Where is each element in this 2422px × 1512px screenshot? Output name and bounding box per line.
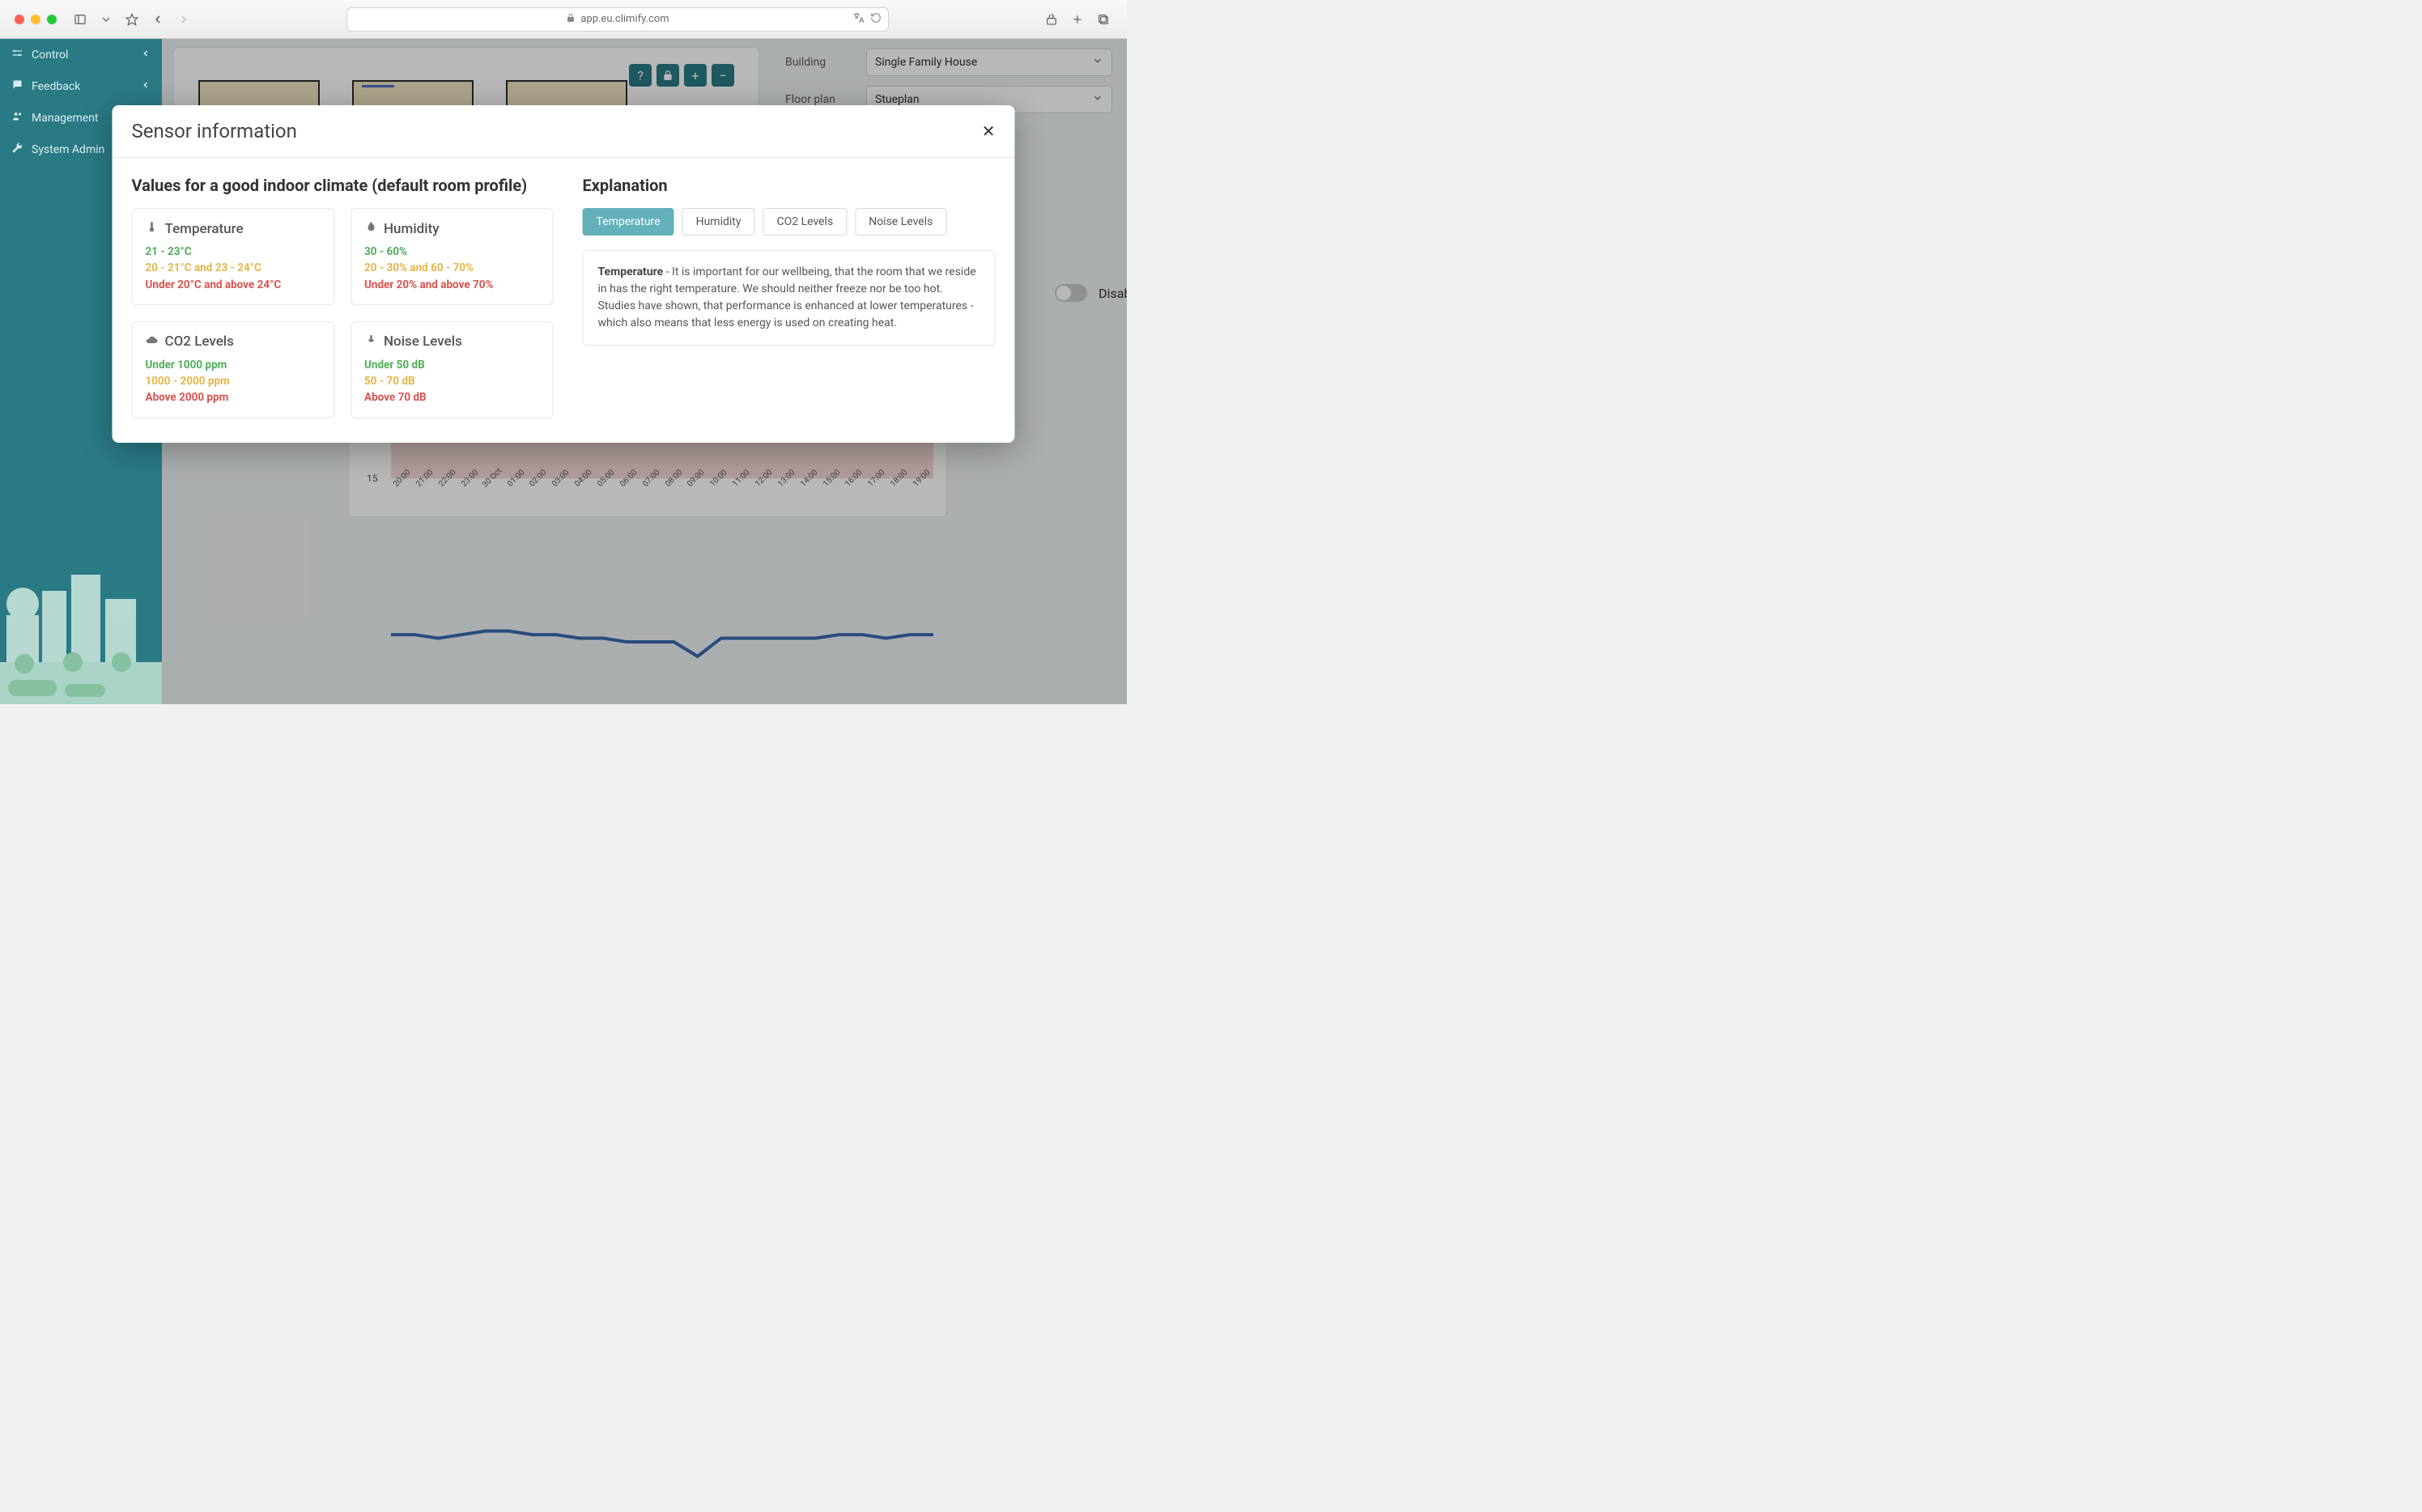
chevron-left-icon (141, 80, 151, 93)
lock-icon (566, 13, 576, 26)
modal-title: Sensor information (132, 120, 297, 142)
sidebar-item-label: Control (32, 49, 68, 62)
city-illustration (0, 518, 162, 704)
minimize-window-icon[interactable] (31, 15, 40, 24)
thermometer-icon (146, 220, 159, 237)
close-window-icon[interactable] (15, 15, 24, 24)
value-card-humidity: Humidity 30 - 60% 20 - 30% and 60 - 70% … (351, 208, 554, 305)
sidebar-item-label: Management (32, 112, 98, 125)
sidebar-item-label: Feedback (32, 80, 80, 93)
cloud-icon (146, 333, 159, 350)
chevron-left-icon (141, 49, 151, 62)
microphone-icon (364, 333, 377, 350)
droplet-icon (364, 220, 377, 237)
back-icon[interactable] (149, 11, 167, 28)
close-icon[interactable]: ✕ (982, 121, 996, 141)
url-host: app.eu.climify.com (580, 13, 669, 25)
reload-icon[interactable] (870, 12, 882, 27)
browser-toolbar: app.eu.climify.com (0, 0, 1127, 39)
tabs-overview-icon[interactable] (1094, 11, 1112, 28)
explanation-tabs: Temperature Humidity CO2 Levels Noise Level… (583, 208, 996, 236)
chevron-down-icon[interactable] (97, 11, 115, 28)
users-icon (11, 110, 23, 125)
explanation-label: Temperature (598, 265, 664, 278)
tab-temperature[interactable]: Temperature (583, 208, 674, 236)
maximize-window-icon[interactable] (47, 15, 57, 24)
sidebar-item-feedback[interactable]: Feedback (0, 70, 162, 102)
sliders-icon (11, 47, 23, 62)
explanation-heading: Explanation (583, 176, 996, 195)
value-card-co2: CO2 Levels Under 1000 ppm 1000 - 2000 pp… (132, 321, 335, 418)
tab-co2-levels[interactable]: CO2 Levels (763, 208, 847, 236)
address-bar[interactable]: app.eu.climify.com (346, 7, 889, 32)
sidebar-toggle-icon[interactable] (71, 11, 89, 28)
tab-humidity[interactable]: Humidity (682, 208, 755, 236)
translate-icon[interactable] (852, 11, 865, 28)
sensor-info-modal: Sensor information ✕ Values for a good i… (113, 105, 1015, 443)
comment-icon (11, 79, 23, 94)
share-icon[interactable] (1043, 11, 1060, 28)
value-card-noise: Noise Levels Under 50 dB 50 - 70 dB Abov… (351, 321, 554, 418)
sidebar-item-control[interactable]: Control (0, 39, 162, 70)
sidebar-item-label: System Admin (32, 143, 104, 156)
value-card-temperature: Temperature 21 - 23°C 20 - 21°C and 23 -… (132, 208, 335, 305)
tab-noise-levels[interactable]: Noise Levels (855, 208, 946, 236)
new-tab-icon[interactable] (1069, 11, 1086, 28)
wrench-icon (11, 142, 23, 157)
values-heading: Values for a good indoor climate (defaul… (132, 176, 554, 195)
window-controls (15, 15, 57, 24)
explanation-box: Temperature - It is important for our we… (583, 250, 996, 346)
star-icon[interactable] (123, 11, 141, 28)
forward-icon (175, 11, 193, 28)
